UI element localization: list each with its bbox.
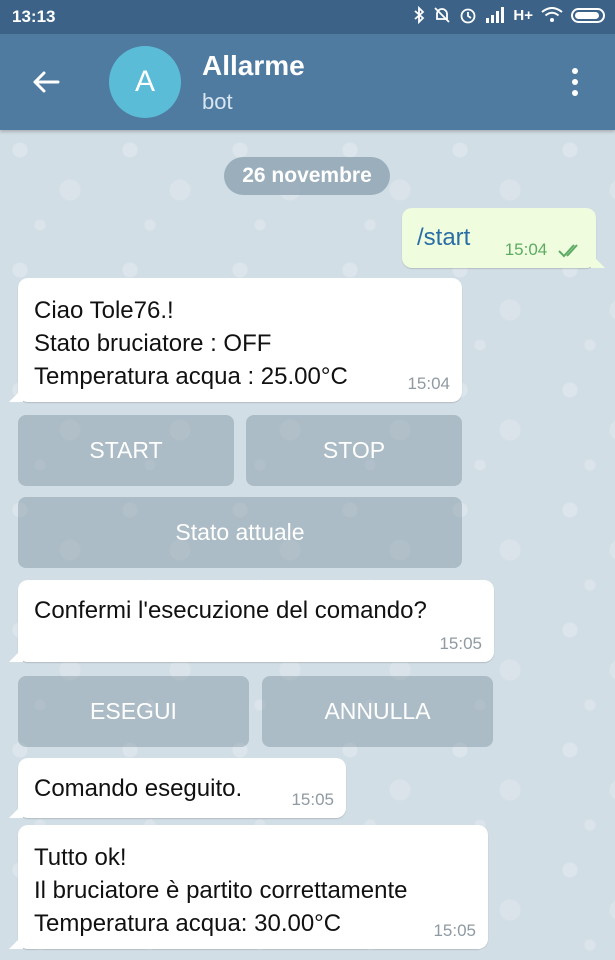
date-separator: 26 novembre [224, 157, 390, 195]
stato-attuale-button[interactable]: Stato attuale [18, 497, 462, 568]
more-menu-button[interactable] [555, 62, 595, 102]
start-button[interactable]: START [18, 415, 234, 486]
message-line: Temperatura acqua: 30.00°C [34, 910, 342, 937]
esegui-button[interactable]: ESEGUI [18, 676, 249, 747]
wifi-icon [541, 7, 563, 23]
avatar[interactable]: A [109, 46, 181, 118]
signal-icon [485, 7, 505, 23]
message-time: 15:05 [433, 921, 476, 940]
message-time: 15:04 [505, 240, 584, 260]
double-check-icon [558, 244, 578, 258]
message-time-text: 15:04 [504, 240, 548, 259]
back-button[interactable] [20, 58, 72, 106]
stop-button[interactable]: STOP [246, 415, 462, 486]
status-bar: 13:13 H+ [0, 0, 615, 34]
message-incoming[interactable]: Comando eseguito. 15:05 [9, 758, 346, 818]
chat-title[interactable]: Allarme [202, 50, 305, 82]
battery-icon [571, 7, 605, 23]
chat-header: A Allarme bot [0, 34, 615, 130]
status-icons: H+ [413, 6, 605, 24]
message-text: /start [417, 224, 471, 251]
message-text: Comando eseguito. [34, 775, 243, 802]
dot [572, 68, 578, 74]
message-line: Stato bruciatore : OFF [34, 330, 272, 357]
message-outgoing[interactable]: /start 15:04 [402, 208, 605, 268]
message-incoming[interactable]: Ciao Tole76.! Stato bruciatore : OFF Tem… [9, 278, 462, 402]
alarm-icon [459, 6, 477, 24]
message-line: Il bruciatore è partito correttamente [34, 877, 408, 904]
dot [572, 79, 578, 85]
message-text: Confermi l'esecuzione del comando? [34, 597, 427, 624]
status-time: 13:13 [12, 7, 56, 26]
message-time: 15:05 [439, 634, 482, 653]
chat-subtitle: bot [202, 89, 233, 114]
network-type: H+ [513, 6, 533, 24]
message-incoming[interactable]: Confermi l'esecuzione del comando? 15:05 [9, 580, 494, 662]
message-line: Tutto ok! [34, 844, 127, 871]
message-line: Ciao Tole76.! [34, 297, 174, 324]
arrow-left-icon [33, 71, 60, 93]
message-time: 15:04 [407, 374, 450, 393]
annulla-button[interactable]: ANNULLA [262, 676, 493, 747]
message-incoming[interactable]: Tutto ok! Il bruciatore è partito corret… [9, 825, 488, 949]
message-time: 15:05 [291, 790, 334, 809]
mute-icon [433, 6, 451, 24]
dot [572, 90, 578, 96]
bluetooth-icon [413, 6, 425, 24]
message-line: Temperatura acqua : 25.00°C [34, 363, 348, 390]
